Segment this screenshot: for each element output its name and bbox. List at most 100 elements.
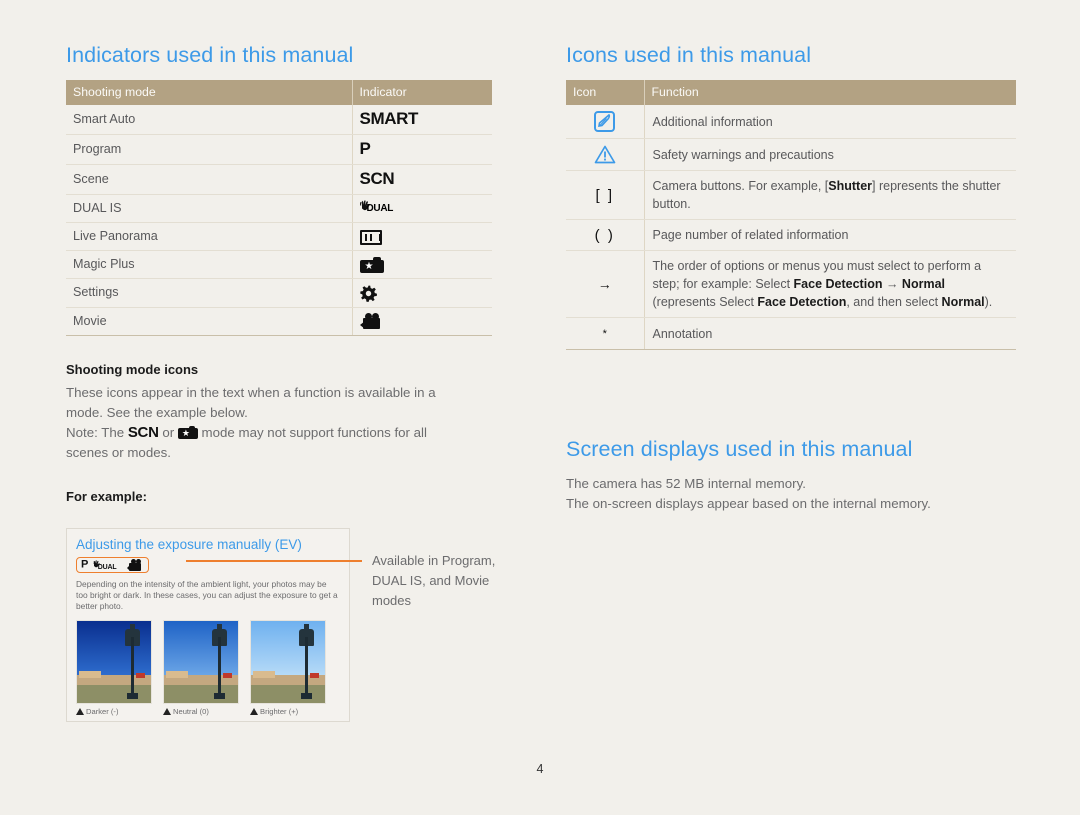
table-row: Additional information	[566, 105, 1016, 139]
triangle-marker-icon	[250, 708, 258, 715]
dual-label: DUAL	[97, 563, 117, 571]
page-number: 4	[536, 762, 544, 776]
indicators-section-title: Indicators used in this manual	[66, 43, 354, 67]
function-cell: The order of options or menus you must s…	[643, 250, 1016, 318]
screen-displays-section: Screen displays used in this manual The …	[566, 436, 1016, 514]
callout-leader-line	[186, 560, 362, 562]
example-mode-icons-highlight: P DUAL	[76, 557, 150, 574]
magic-plus-camera-star-icon: ★	[359, 257, 384, 273]
indicator-cell	[351, 222, 492, 252]
indicator-cell: ★	[351, 250, 492, 280]
gear-glyph	[359, 285, 377, 302]
panorama-icon	[359, 229, 382, 245]
caption-text: Darker (-)	[86, 707, 119, 716]
table-row: * Annotation	[566, 317, 1016, 350]
callout-line-1: Available in Program,	[372, 553, 496, 568]
shooting-mode-cell: Program	[66, 134, 352, 165]
table-row: [ ] Camera buttons. For example, [Shutter…	[566, 170, 1016, 220]
example-thumbnail: Darker (-)	[76, 620, 152, 716]
indicator-cell	[351, 278, 492, 308]
triangle-marker-icon	[163, 708, 171, 715]
lamp-post	[305, 637, 308, 695]
indicator-cell: SMART	[351, 105, 492, 135]
indicator-cell: DUAL	[351, 194, 492, 224]
inline-scn-icon: SCN	[127, 423, 159, 441]
square-brackets: [ ]	[595, 186, 614, 204]
table-row: Movie	[66, 307, 492, 336]
icon-cell: [ ]	[566, 170, 644, 220]
shooting-mode-icons-heading: Shooting mode icons	[66, 361, 199, 377]
lamp-base	[214, 693, 225, 699]
right-column: Icons used in this manual Icon Function …	[566, 42, 1016, 350]
right-arrow-icon: →	[597, 275, 612, 292]
round-brackets: ( )	[594, 226, 615, 244]
movie-camera-icon	[127, 558, 144, 571]
note-suffix: mode may not support functions for all	[197, 424, 427, 440]
pen-glyph	[598, 113, 611, 127]
callout-text: Available in Program, DUAL IS, and Movie…	[372, 551, 532, 611]
table-row: → The order of options or menus you must …	[566, 250, 1016, 318]
dual-is-icon: DUAL	[92, 559, 123, 571]
table-row: Scene SCN	[66, 164, 492, 195]
example-box: Adjusting the exposure manually (EV) P D…	[66, 528, 350, 722]
scene-indicator: SCN	[359, 169, 395, 188]
shooting-mode-cell: Movie	[66, 307, 352, 336]
building-left	[253, 671, 275, 679]
sky	[251, 621, 325, 679]
red-awning	[310, 673, 319, 679]
function-cell: Annotation	[643, 317, 1016, 350]
shooting-mode-cell: Live Panorama	[66, 222, 352, 252]
triangle-marker-icon	[76, 708, 84, 715]
callout-line-3: modes	[372, 593, 412, 608]
triangle-exclamation-glyph	[594, 145, 616, 164]
screen-displays-title: Screen displays used in this manual	[566, 437, 913, 461]
camera-hump	[372, 257, 381, 262]
shooting-mode-cell: DUAL IS	[66, 194, 352, 224]
program-indicator: P	[359, 139, 371, 158]
for-example-label: For example:	[66, 488, 147, 504]
icon-cell: →	[566, 250, 644, 318]
left-column: Indicators used in this manual Shooting …	[66, 42, 492, 514]
lamp-base	[301, 693, 312, 699]
table-row: Safety warnings and precautions	[566, 138, 1016, 171]
note-prefix: Note: The	[66, 424, 128, 440]
photo-dark	[76, 620, 152, 704]
note-line-2: scenes or modes.	[66, 444, 171, 460]
column-header-function: Function	[643, 80, 1016, 105]
indicators-table: Shooting mode Indicator Smart Auto SMART P…	[66, 80, 492, 336]
icon-cell: *	[566, 317, 644, 350]
water	[251, 684, 325, 703]
photo-mid	[163, 620, 239, 704]
function-cell: Page number of related information	[643, 219, 1016, 251]
screen-line-2: The on-screen displays appear based on t…	[566, 496, 931, 511]
asterisk: *	[602, 328, 607, 340]
smart-auto-indicator: SMART	[359, 109, 419, 128]
shooting-mode-cell: Scene	[66, 164, 352, 195]
column-header-icon: Icon	[566, 80, 644, 105]
icon-cell	[566, 105, 644, 139]
column-header-shooting-mode: Shooting mode	[66, 80, 352, 105]
thumbnail-caption: Darker (-)	[76, 707, 152, 716]
camera-body	[129, 562, 142, 571]
table-row: Live Panorama	[66, 222, 492, 252]
body-line-1: These icons appear in the text when a fu…	[66, 384, 436, 400]
screen-line-1: The camera has 52 MB internal memory.	[566, 476, 806, 491]
table-row: Program P	[66, 134, 492, 165]
table-row: Magic Plus ★	[66, 250, 492, 280]
building-left	[166, 671, 188, 679]
indicator-cell: SCN	[351, 164, 492, 195]
screen-displays-body: The camera has 52 MB internal memory. Th…	[566, 474, 1016, 514]
example-description: Depending on the intensity of the ambien…	[76, 579, 338, 611]
table-row: DUAL IS DUAL	[66, 194, 492, 224]
icon-cell	[566, 138, 644, 171]
camera-body	[362, 318, 380, 330]
function-cell: Additional information	[643, 105, 1016, 139]
star-glyph: ★	[181, 427, 190, 438]
body-line-2: mode. See the example below.	[66, 404, 248, 420]
thumbnail-caption: Neutral (0)	[163, 707, 239, 716]
manual-page: Indicators used in this manual Shooting …	[0, 0, 1080, 815]
shooting-mode-cell: Magic Plus	[66, 250, 352, 280]
photo-light	[250, 620, 326, 704]
table-row: ( ) Page number of related information	[566, 219, 1016, 251]
function-cell: Safety warnings and precautions	[643, 138, 1016, 171]
